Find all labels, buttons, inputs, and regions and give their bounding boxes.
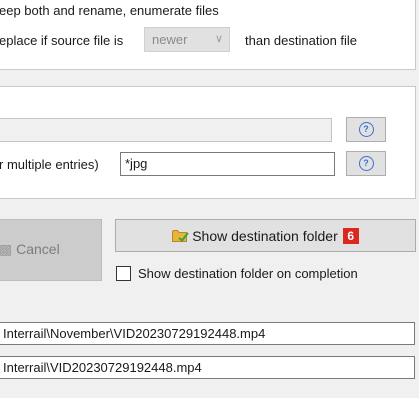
step-badge: 6 [342,227,359,244]
chevron-down-icon: ∨ [214,33,223,45]
source-path-field[interactable]: Interrail\VID20230729192448.mp4 [0,356,415,379]
help-button-2[interactable]: ? [346,151,386,176]
cancel-button[interactable]: ▩ Cancel [0,219,102,281]
multiple-entries-label: r multiple entries) [0,157,99,172]
question-icon: ? [358,156,374,171]
keep-both-rename-label: eep both and rename, enumerate files [0,3,219,18]
show-destination-folder-button[interactable]: Show destination folder 6 [115,219,416,252]
file-filter-input[interactable]: *jpg [120,152,335,176]
replace-condition-select[interactable]: newer ∨ [144,27,230,52]
question-icon: ? [358,122,374,137]
help-button-1[interactable]: ? [346,117,386,142]
show-destination-label: Show destination folder [192,227,338,244]
destination-path-field[interactable]: Interrail\November\VID20230729192448.mp4 [0,322,415,345]
folder-icon [172,230,189,242]
replace-if-label: eplace if source file is [0,33,124,48]
show-on-completion-checkbox[interactable] [116,266,131,281]
disabled-text-field [0,118,332,142]
cancel-icon: ▩ [0,241,17,257]
show-on-completion-label: Show destination folder on completion [138,266,358,281]
than-destination-label: than destination file [245,33,358,48]
replace-condition-value: newer [152,32,188,47]
filter-panel [0,86,416,199]
cancel-label: Cancel [16,241,60,257]
